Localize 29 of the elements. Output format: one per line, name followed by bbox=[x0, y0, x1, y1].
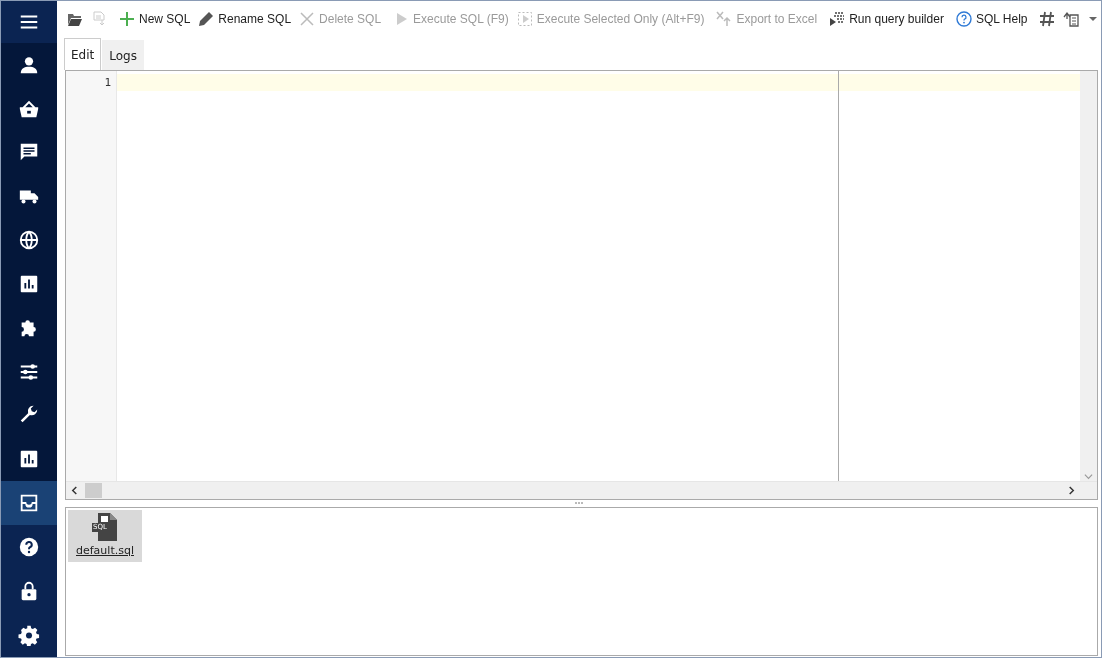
pencil-icon bbox=[198, 11, 215, 27]
scrollbar-thumb[interactable] bbox=[85, 483, 102, 498]
line-number: 1 bbox=[103, 75, 112, 91]
chevron-right-icon bbox=[1067, 486, 1076, 495]
chevron-left-icon bbox=[70, 486, 79, 495]
tab[interactable]: Edit bbox=[64, 38, 102, 70]
toolbar-button[interactable]: Rename SQL bbox=[194, 6, 296, 32]
file-name[interactable]: default.sql bbox=[76, 544, 134, 557]
toolbar-button[interactable]: SQL Help bbox=[951, 6, 1032, 32]
chevron-down-icon bbox=[1084, 472, 1093, 481]
toolbar-button[interactable]: Run query builder bbox=[825, 6, 948, 32]
plus-icon bbox=[119, 11, 135, 27]
tab[interactable]: Logs bbox=[102, 40, 144, 70]
hash-icon bbox=[1039, 11, 1056, 27]
horizontal-scrollbar[interactable] bbox=[66, 481, 1097, 499]
help-icon bbox=[955, 11, 972, 27]
help-icon[interactable] bbox=[18, 535, 40, 558]
export-icon bbox=[716, 11, 733, 27]
query-builder-icon bbox=[829, 11, 846, 27]
document-download-icon bbox=[91, 11, 107, 27]
toolbar-button[interactable]: New SQL bbox=[115, 6, 195, 32]
play-selection-icon bbox=[516, 11, 533, 27]
list-indent-icon bbox=[1063, 11, 1080, 27]
globe-icon[interactable] bbox=[18, 229, 40, 252]
folder-icon bbox=[67, 11, 83, 27]
close-icon bbox=[299, 11, 316, 27]
splitter-grip-icon[interactable] bbox=[575, 502, 583, 505]
vertical-scrollbar[interactable] bbox=[1080, 71, 1097, 481]
settings-icon[interactable] bbox=[18, 623, 40, 646]
